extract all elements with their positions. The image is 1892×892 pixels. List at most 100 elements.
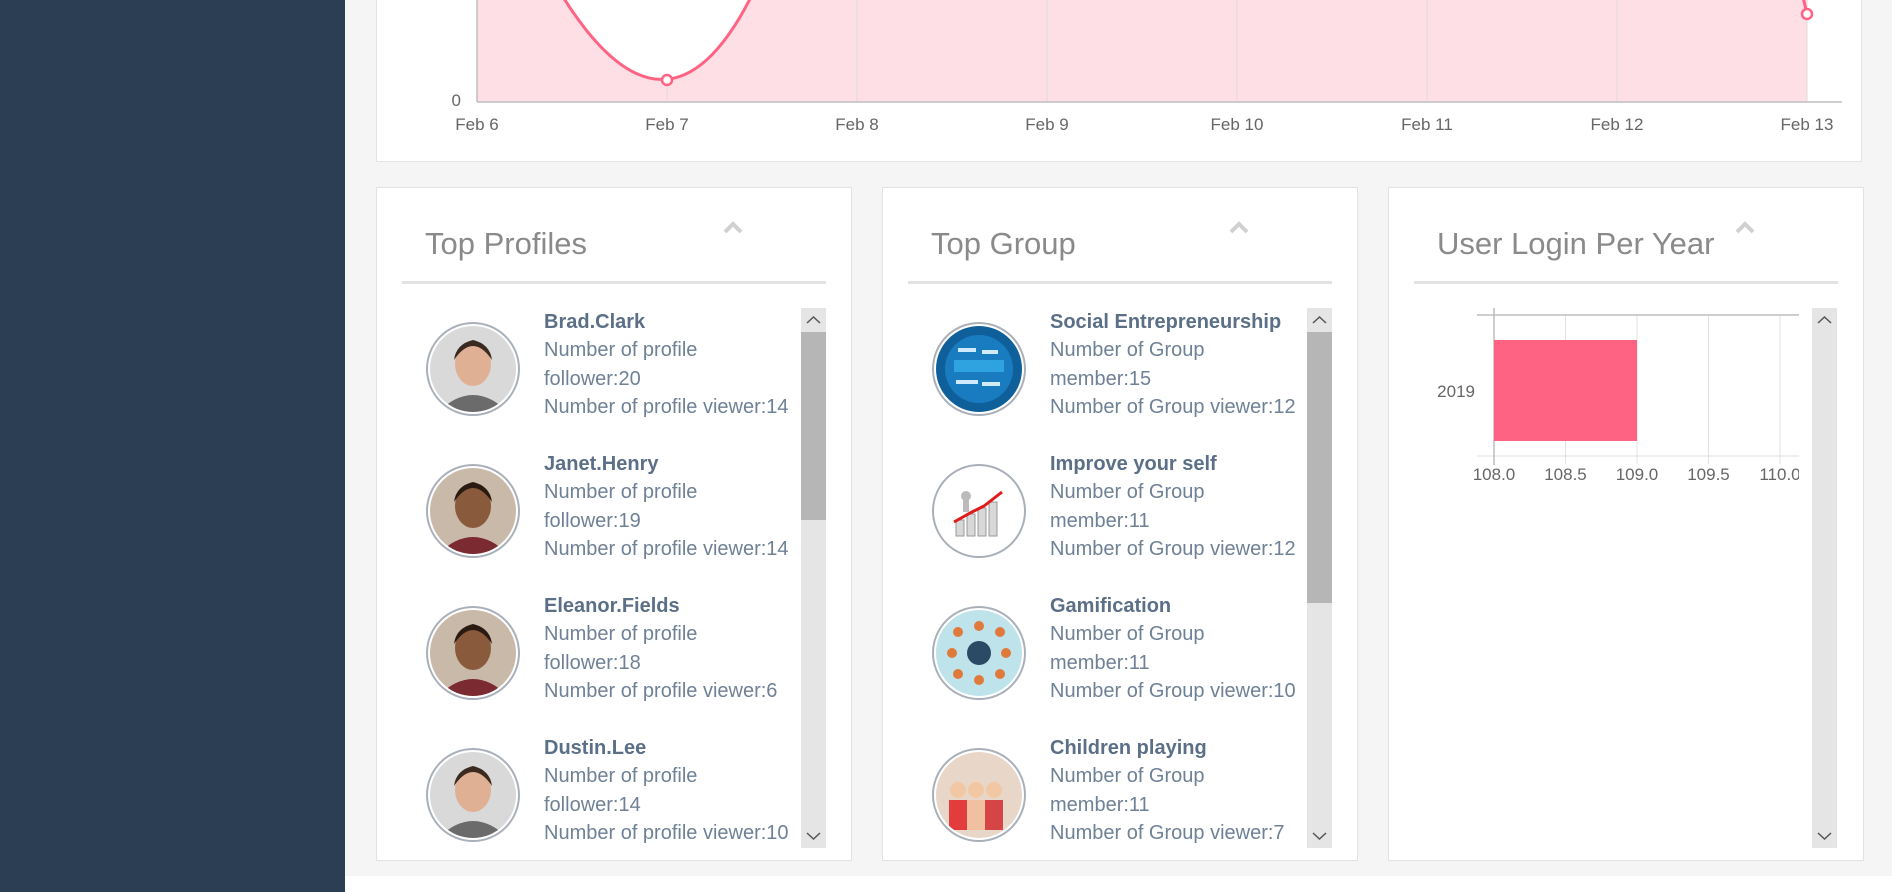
profile-stat-2: follower:18 xyxy=(544,652,641,674)
children-photo-icon xyxy=(936,752,1022,838)
profile-name[interactable]: Dustin.Lee xyxy=(544,737,646,760)
group-name[interactable]: Gamification xyxy=(1050,595,1171,618)
profile-stat-1: Number of profile xyxy=(544,623,698,645)
scroll-up-icon[interactable] xyxy=(801,308,826,332)
group-item[interactable]: Gamification Number of Group member:11 Numb… xyxy=(908,592,1308,734)
scroll-up-icon[interactable] xyxy=(1307,308,1332,332)
user-login-bar-chart: 108.0 108.5 109.0 109.5 110.0 2019 xyxy=(1437,308,1799,484)
chevron-up-icon[interactable] xyxy=(1226,218,1252,236)
profile-stat-1: Number of profile xyxy=(544,481,698,503)
group-stat-3: Number of Group viewer:10 xyxy=(1050,680,1296,702)
y-category-label: 2019 xyxy=(1437,382,1475,401)
scrollbar[interactable] xyxy=(801,308,826,848)
x-tick-label: 108.0 xyxy=(1473,465,1516,484)
group-stat-2: member:11 xyxy=(1050,652,1150,674)
scroll-down-icon[interactable] xyxy=(1307,824,1332,848)
divider xyxy=(402,281,826,284)
profile-item[interactable]: Eleanor.Fields Number of profile follower:… xyxy=(402,592,802,734)
x-tick-label: Feb 9 xyxy=(1025,115,1068,134)
profile-stat-2: follower:14 xyxy=(544,794,641,816)
footer-strip xyxy=(345,876,1892,892)
group-list: Social Entrepreneurship Number of Group me… xyxy=(908,308,1308,853)
x-tick-label: 108.5 xyxy=(1544,465,1587,484)
activity-line-chart: Feb 6 Feb 7 Feb 8 Feb 9 Feb 10 Feb 11 Feb 12 Fe… xyxy=(452,0,1842,134)
group-name[interactable]: Social Entrepreneurship xyxy=(1050,311,1281,334)
profile-item[interactable]: Dustin.Lee Number of profile follower:14 Nu… xyxy=(402,734,802,853)
avatar[interactable] xyxy=(426,748,520,842)
x-tick-label: Feb 13 xyxy=(1781,115,1834,134)
scroll-thumb[interactable] xyxy=(1307,332,1332,603)
avatar[interactable] xyxy=(932,322,1026,416)
scrollbar[interactable] xyxy=(1307,308,1332,848)
scroll-up-icon[interactable] xyxy=(1812,308,1837,332)
divider xyxy=(908,281,1332,284)
scroll-down-icon[interactable] xyxy=(801,824,826,848)
profile-item[interactable]: Janet.Henry Number of profile follower:19 N… xyxy=(402,450,802,592)
card-title: Top Profiles xyxy=(425,226,587,261)
group-stat-1: Number of Group xyxy=(1050,765,1205,787)
avatar[interactable] xyxy=(932,606,1026,700)
x-tick-label: 109.0 xyxy=(1616,465,1659,484)
group-stat-3: Number of Group viewer:7 xyxy=(1050,822,1285,844)
activity-chart-panel: Feb 6 Feb 7 Feb 8 Feb 9 Feb 10 Feb 11 Feb 12 Fe… xyxy=(376,0,1862,162)
growth-chart-icon xyxy=(936,468,1022,554)
x-tick-label: Feb 8 xyxy=(835,115,878,134)
scroll-thumb[interactable] xyxy=(801,332,826,520)
chevron-up-icon[interactable] xyxy=(720,218,746,236)
gamification-icons-icon xyxy=(936,610,1022,696)
group-item[interactable]: Children playing Number of Group member:11… xyxy=(908,734,1308,853)
group-item[interactable]: Improve your self Number of Group member:1… xyxy=(908,450,1308,592)
avatar[interactable] xyxy=(426,464,520,558)
bar xyxy=(1494,340,1637,441)
profile-stat-1: Number of profile xyxy=(544,339,698,361)
avatar[interactable] xyxy=(932,748,1026,842)
profile-name[interactable]: Brad.Clark xyxy=(544,311,645,334)
man-portrait-icon xyxy=(430,752,516,838)
group-stat-2: member:11 xyxy=(1050,510,1150,532)
profile-item[interactable]: Brad.Clark Number of profile follower:20 Nu… xyxy=(402,308,802,450)
x-tick-label: Feb 11 xyxy=(1401,115,1453,134)
profile-stat-2: follower:19 xyxy=(544,510,641,532)
profile-stat-3: Number of profile viewer:10 xyxy=(544,822,789,844)
group-stat-3: Number of Group viewer:12 xyxy=(1050,396,1296,418)
x-tick-label: Feb 12 xyxy=(1591,115,1644,134)
scroll-down-icon[interactable] xyxy=(1812,824,1837,848)
avatar[interactable] xyxy=(932,464,1026,558)
scrollbar[interactable] xyxy=(1812,308,1837,848)
profile-stat-3: Number of profile viewer:6 xyxy=(544,680,778,702)
group-stat-2: member:11 xyxy=(1050,794,1150,816)
card-title: Top Group xyxy=(931,226,1076,261)
group-stat-1: Number of Group xyxy=(1050,623,1205,645)
profile-list: Brad.Clark Number of profile follower:20 Nu… xyxy=(402,308,802,853)
woman-portrait-icon xyxy=(430,468,516,554)
group-stat-1: Number of Group xyxy=(1050,481,1205,503)
group-name[interactable]: Children playing xyxy=(1050,737,1207,760)
profile-stat-3: Number of profile viewer:14 xyxy=(544,538,789,560)
data-point xyxy=(660,73,674,87)
x-tick-label: Feb 6 xyxy=(455,115,498,134)
top-profiles-card: Top Profiles Brad.Clark Number of profile… xyxy=(376,187,852,861)
woman-portrait-icon xyxy=(430,610,516,696)
man-portrait-icon xyxy=(430,326,516,412)
profile-stat-3: Number of profile viewer:14 xyxy=(544,396,789,418)
profile-name[interactable]: Janet.Henry xyxy=(544,453,659,476)
entrepreneur-wordcloud-icon xyxy=(936,326,1022,412)
x-tick-label: Feb 10 xyxy=(1211,115,1264,134)
sidebar xyxy=(0,0,345,892)
group-stat-3: Number of Group viewer:12 xyxy=(1050,538,1296,560)
avatar[interactable] xyxy=(426,322,520,416)
profile-stat-1: Number of profile xyxy=(544,765,698,787)
group-item[interactable]: Social Entrepreneurship Number of Group me… xyxy=(908,308,1308,450)
group-stat-2: member:15 xyxy=(1050,368,1152,390)
x-tick-label: 109.5 xyxy=(1687,465,1730,484)
profile-name[interactable]: Eleanor.Fields xyxy=(544,595,680,618)
profile-stat-2: follower:20 xyxy=(544,368,641,390)
group-name[interactable]: Improve your self xyxy=(1050,453,1217,476)
avatar[interactable] xyxy=(426,606,520,700)
x-tick-label: 110.0 xyxy=(1759,465,1799,484)
y-tick-label: 0 xyxy=(452,91,461,110)
x-tick-label: Feb 7 xyxy=(645,115,688,134)
group-stat-1: Number of Group xyxy=(1050,339,1205,361)
user-login-card: User Login Per Year 108.0 108.5 109.0 109.5… xyxy=(1388,187,1864,861)
top-group-card: Top Group Social Entrepreneurship Number … xyxy=(882,187,1358,861)
